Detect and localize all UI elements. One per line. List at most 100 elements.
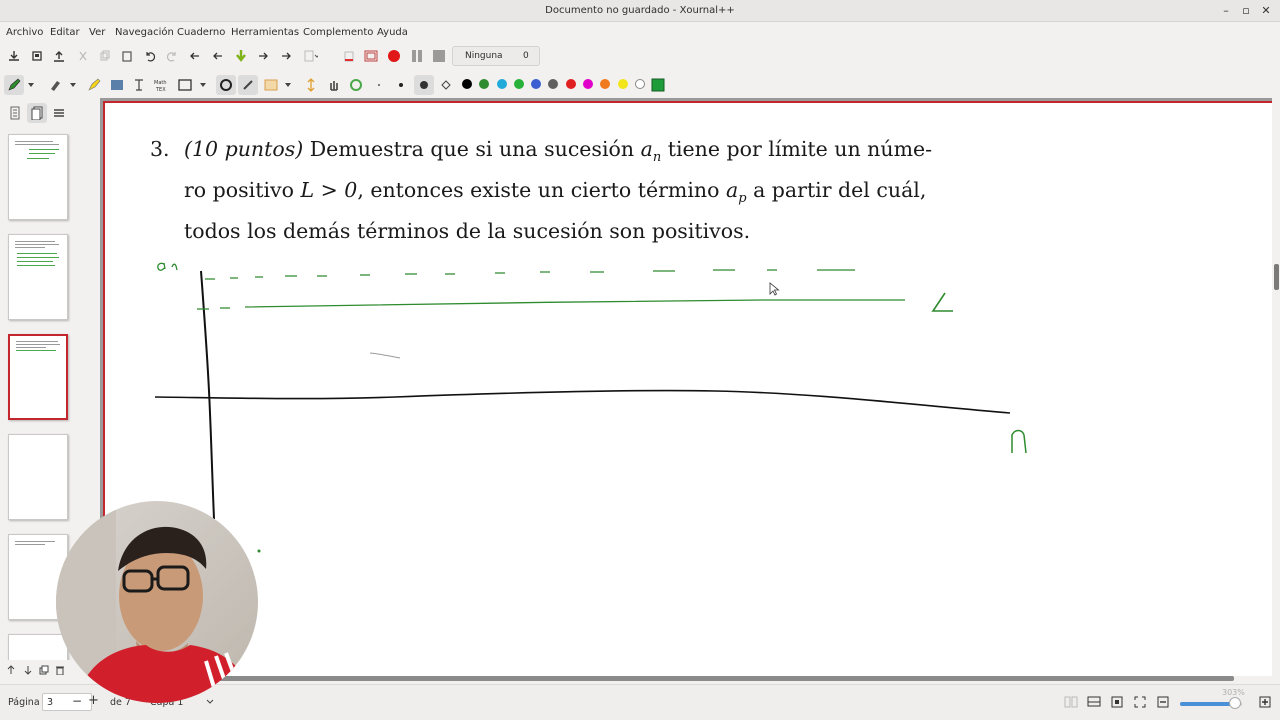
- selection-options-chevron-icon[interactable]: [283, 76, 293, 94]
- minimize-button[interactable]: –: [1218, 3, 1234, 19]
- text-tool-icon[interactable]: [130, 76, 148, 94]
- zoom-slider-knob[interactable]: [1228, 697, 1241, 709]
- pen-options-chevron-icon[interactable]: [26, 76, 36, 94]
- fullscreen-icon[interactable]: [362, 47, 380, 65]
- menu-complemento[interactable]: Complemento: [303, 27, 373, 38]
- paste-icon[interactable]: [118, 47, 136, 65]
- layer-selector[interactable]: Ninguna 0: [452, 46, 540, 66]
- medium-size-icon[interactable]: [414, 75, 434, 95]
- menu-editar[interactable]: Editar: [50, 27, 80, 38]
- page-decrement-button[interactable]: −: [72, 694, 82, 708]
- document-canvas[interactable]: 3. (10 puntos) Demuestra que si una suces…: [100, 98, 1272, 676]
- vertical-scrollbar[interactable]: [1272, 98, 1280, 676]
- svg-text:Math: Math: [154, 80, 167, 86]
- page-increment-button[interactable]: +: [88, 693, 99, 708]
- record-icon[interactable]: [385, 47, 403, 65]
- handwritten-gray-mark: [369, 352, 401, 359]
- fill-icon[interactable]: [437, 76, 455, 94]
- menu-archivo[interactable]: Archivo: [6, 27, 43, 38]
- color-cyan-icon[interactable]: [497, 79, 507, 89]
- eraser-tool-icon[interactable]: [46, 76, 64, 94]
- ruler-tool-icon[interactable]: [238, 75, 258, 95]
- redo-icon[interactable]: [163, 47, 181, 65]
- horizontal-scrollbar[interactable]: [100, 676, 1272, 682]
- color-orange-icon[interactable]: [600, 79, 610, 89]
- vertical-scroll-thumb[interactable]: [1274, 264, 1279, 290]
- zoom-in-icon[interactable]: [1256, 693, 1274, 711]
- stop-icon[interactable]: [430, 47, 448, 65]
- page-thumbnail-2[interactable]: [8, 234, 68, 320]
- goto-page-icon[interactable]: [232, 47, 250, 65]
- menu-bar: Archivo Editar Ver Navegación Cuaderno H…: [0, 22, 1280, 42]
- page-thumbnail-1[interactable]: [8, 134, 68, 220]
- color-red-icon[interactable]: [566, 79, 576, 89]
- vertical-space-icon[interactable]: [302, 76, 320, 94]
- tab-layers-icon[interactable]: [50, 104, 68, 122]
- zoom-slider-fill: [1180, 702, 1235, 706]
- copy-icon[interactable]: [96, 47, 114, 65]
- color-white-icon[interactable]: [635, 79, 645, 89]
- zoom-value: 303%: [1222, 688, 1245, 697]
- shape-rectangle-icon[interactable]: [176, 76, 194, 94]
- shape-options-chevron-icon[interactable]: [198, 76, 208, 94]
- tab-outline-icon[interactable]: [6, 104, 24, 122]
- color-green-selected-icon[interactable]: [479, 79, 489, 89]
- zoom-fit-icon[interactable]: [1108, 693, 1126, 711]
- cut-icon[interactable]: [74, 47, 92, 65]
- save-icon[interactable]: [5, 47, 23, 65]
- refresh-icon[interactable]: [347, 76, 365, 94]
- document-page[interactable]: 3. (10 puntos) Demuestra que si una suces…: [103, 101, 1272, 676]
- presentation-mode-icon[interactable]: [1085, 693, 1103, 711]
- selection-rect-icon[interactable]: [262, 76, 280, 94]
- undo-icon[interactable]: [141, 47, 159, 65]
- insert-page-icon[interactable]: [302, 47, 320, 65]
- highlighter-tool-icon[interactable]: [85, 76, 103, 94]
- eraser-options-chevron-icon[interactable]: [68, 76, 78, 94]
- delete-page-trash-icon[interactable]: [51, 661, 69, 679]
- image-tool-icon[interactable]: [108, 76, 126, 94]
- zoom-slider[interactable]: [1180, 697, 1242, 709]
- color-black-icon[interactable]: [462, 79, 472, 89]
- handwritten-n-label: [1011, 429, 1027, 454]
- color-light-green-icon[interactable]: [514, 79, 524, 89]
- maximize-button[interactable]: ▫: [1238, 3, 1254, 19]
- layer-name: Ninguna: [465, 51, 503, 61]
- shape-recognizer-icon[interactable]: [216, 75, 236, 95]
- fine-size-icon[interactable]: [392, 76, 410, 94]
- horizontal-scroll-thumb[interactable]: [106, 676, 1234, 681]
- last-page-icon[interactable]: [277, 47, 295, 65]
- pen-tool-icon[interactable]: [4, 75, 24, 95]
- first-page-icon[interactable]: [186, 47, 204, 65]
- color-gray-icon[interactable]: [548, 79, 558, 89]
- color-blue-icon[interactable]: [531, 79, 541, 89]
- single-page-view-icon[interactable]: [1062, 693, 1080, 711]
- page-thumbnail-3-selected[interactable]: [8, 334, 68, 420]
- next-page-icon[interactable]: [254, 47, 272, 65]
- zoom-out-icon[interactable]: [1154, 693, 1172, 711]
- pause-icon[interactable]: [408, 47, 426, 65]
- page-thumbnail-6[interactable]: [8, 634, 68, 660]
- latex-tool-icon[interactable]: Math TEX: [153, 76, 171, 94]
- color-yellow-icon[interactable]: [618, 79, 628, 89]
- zoom-100-icon[interactable]: [1131, 693, 1149, 711]
- page-thumbnail-4[interactable]: [8, 434, 68, 520]
- dotted-line-icon[interactable]: [370, 76, 388, 94]
- hand-tool-icon[interactable]: [325, 76, 343, 94]
- move-page-up-icon[interactable]: [2, 661, 20, 679]
- page-number-input[interactable]: 3: [42, 693, 92, 711]
- layer-dropdown-chevron-icon[interactable]: [201, 693, 219, 711]
- new-document-icon[interactable]: [28, 47, 46, 65]
- custom-color-icon[interactable]: [649, 76, 667, 94]
- layer-count: 0: [523, 51, 529, 61]
- tab-pages-icon[interactable]: [27, 103, 47, 123]
- menu-navegacion[interactable]: Navegación: [115, 27, 174, 38]
- menu-ayuda[interactable]: Ayuda: [377, 27, 408, 38]
- menu-cuaderno[interactable]: Cuaderno: [177, 27, 225, 38]
- close-button[interactable]: ✕: [1258, 3, 1274, 19]
- menu-herramientas[interactable]: Herramientas: [231, 27, 299, 38]
- export-icon[interactable]: [50, 47, 68, 65]
- previous-page-icon[interactable]: [209, 47, 227, 65]
- delete-page-icon[interactable]: [340, 47, 358, 65]
- menu-ver[interactable]: Ver: [89, 27, 105, 38]
- color-magenta-icon[interactable]: [583, 79, 593, 89]
